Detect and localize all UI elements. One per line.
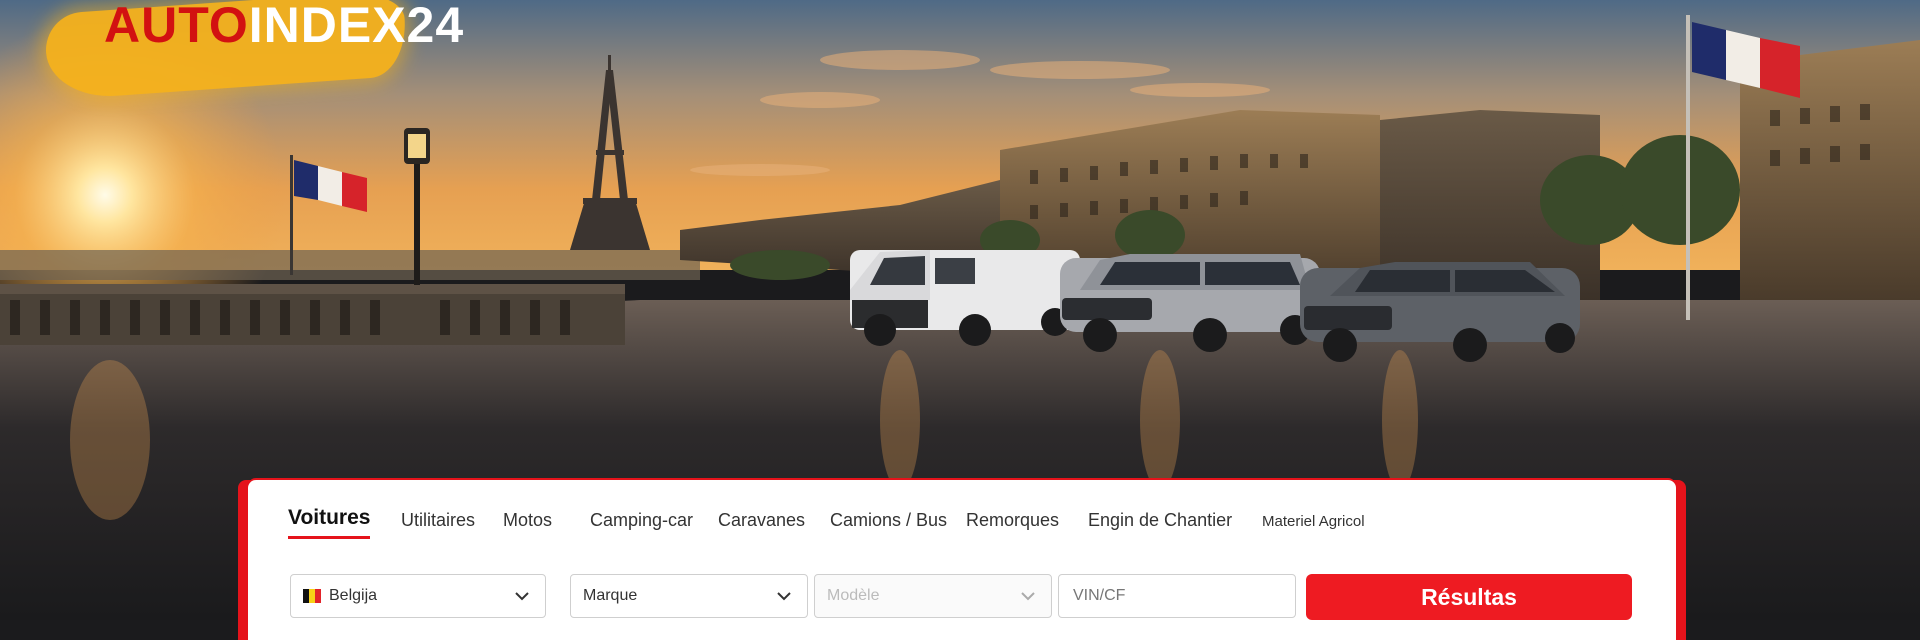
belgium-flag-icon [303,589,321,603]
white-van [850,250,1080,346]
results-button[interactable]: Résultas [1306,574,1632,620]
chevron-down-icon [515,592,529,601]
country-select[interactable]: Belgija [290,574,546,618]
tab-camions-bus[interactable]: Camions / Bus [830,510,947,537]
tab-caravanes[interactable]: Caravanes [718,510,805,537]
logo-text: AUTOINDEX24 [104,0,464,54]
site-logo[interactable]: AUTOINDEX24 [36,0,656,104]
tab-utilitaires[interactable]: Utilitaires [401,510,475,537]
tab-materiel-agricol[interactable]: Materiel Agricol [1262,513,1365,536]
chevron-down-icon [777,592,791,601]
brand-select[interactable]: Marque [570,574,808,618]
logo-text-auto: AUTO [104,0,249,53]
tab-motos[interactable]: Motos [503,510,552,537]
tab-remorques[interactable]: Remorques [966,510,1059,537]
brand-select-value: Marque [583,587,638,604]
vin-input[interactable] [1071,586,1283,606]
tab-voitures[interactable]: Voitures [288,506,371,539]
vin-field[interactable] [1058,574,1296,618]
chevron-down-icon [1021,592,1035,601]
search-panel: Voitures Utilitaires Motos Camping-car C… [248,480,1676,640]
country-select-value: Belgija [329,587,378,604]
tab-camping-car[interactable]: Camping-car [590,510,693,537]
logo-text-index24: INDEX24 [248,0,465,53]
model-select[interactable]: Modèle [814,574,1052,618]
tab-engin-de-chantier[interactable]: Engin de Chantier [1088,510,1232,537]
model-select-placeholder: Modèle [827,587,880,604]
